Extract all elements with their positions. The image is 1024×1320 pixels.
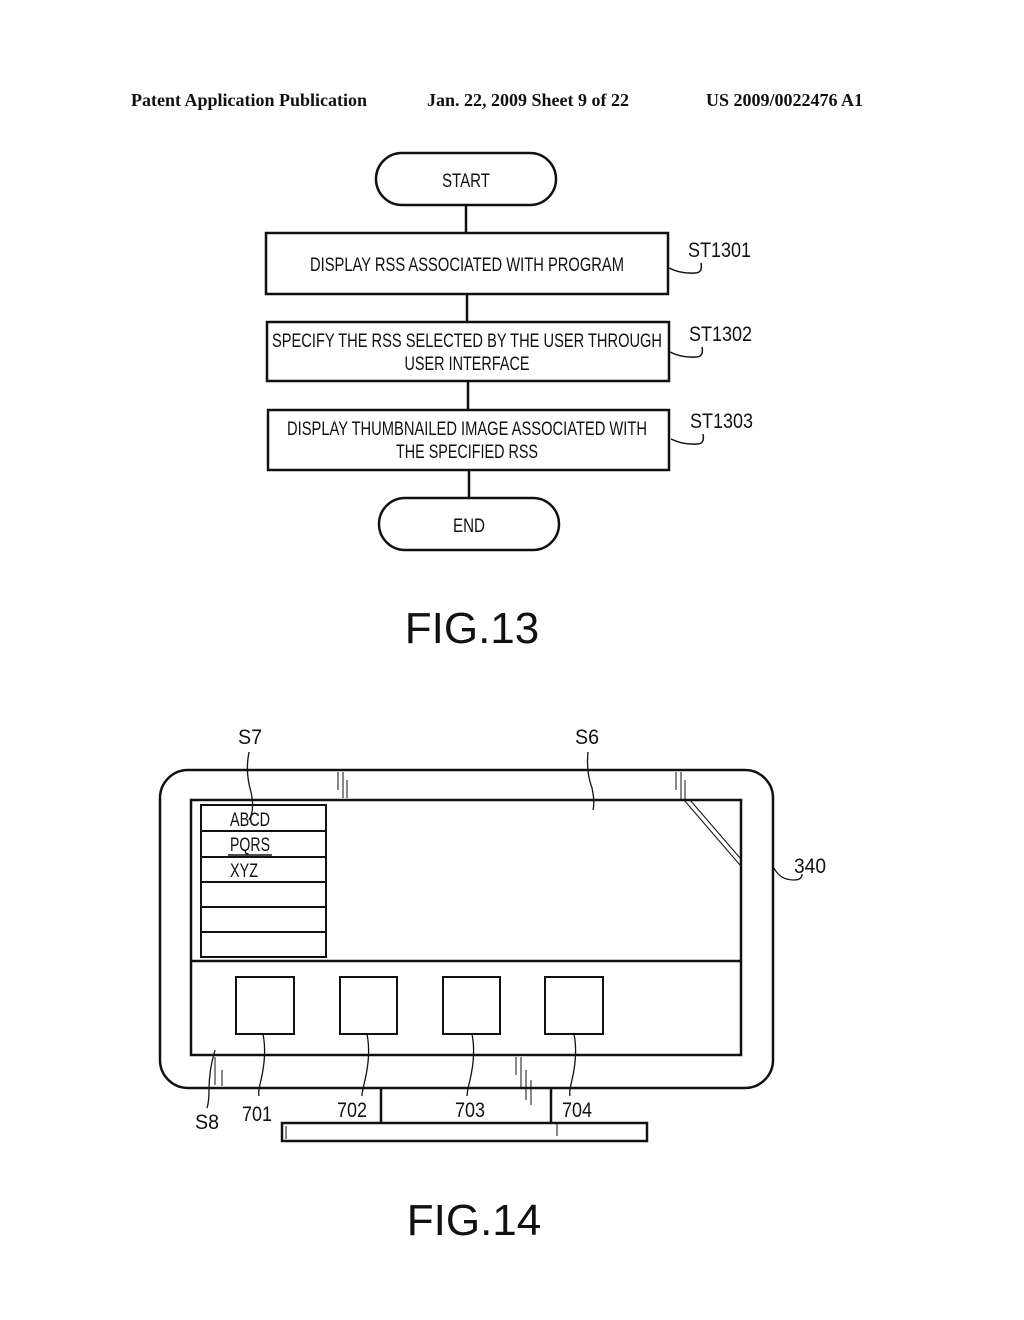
leader-702 <box>361 1033 370 1097</box>
label-s7: S7 <box>238 726 262 749</box>
leader-st1302 <box>669 346 704 358</box>
step-text-st1303-line2: THE SPECIFIED RSS <box>396 442 538 463</box>
label-s6: S6 <box>575 726 599 749</box>
step-text-st1302-line1: SPECIFY THE RSS SELECTED BY THE USER THR… <box>272 331 662 352</box>
label-340: 340 <box>794 855 826 878</box>
screen-s6 <box>189 798 743 1057</box>
leader-s6 <box>586 751 595 811</box>
leader-st1303 <box>670 433 705 445</box>
thumbnail-701 <box>235 976 295 1035</box>
label-702: 702 <box>337 1099 367 1122</box>
leader-704 <box>569 1033 577 1097</box>
thumbnail-704 <box>544 976 604 1035</box>
rss-item-pqrs[interactable]: PQRS <box>230 835 270 856</box>
fig14-caption: FIG.14 <box>407 1196 542 1245</box>
step-text-st1301: DISPLAY RSS ASSOCIATED WITH PROGRAM <box>310 255 624 276</box>
leader-703 <box>466 1033 475 1097</box>
label-703: 703 <box>455 1099 485 1122</box>
rss-item-abcd[interactable]: ABCD <box>230 810 270 831</box>
step-label-st1303: ST1303 <box>690 410 753 433</box>
figure-canvas: START DISPLAY RSS ASSOCIATED WITH PROGRA… <box>158 151 826 1245</box>
fig13-caption: FIG.13 <box>405 604 540 653</box>
label-704: 704 <box>562 1099 592 1122</box>
rss-item-xyz[interactable]: XYZ <box>230 861 258 882</box>
start-label: START <box>442 171 490 192</box>
step-label-st1302: ST1302 <box>689 323 752 346</box>
leader-s8 <box>206 1049 216 1109</box>
end-label: END <box>453 516 485 537</box>
step-label-st1301: ST1301 <box>688 239 751 262</box>
label-701: 701 <box>242 1103 272 1126</box>
thumbnail-703 <box>442 976 501 1035</box>
step-text-st1303-line1: DISPLAY THUMBNAILED IMAGE ASSOCIATED WIT… <box>287 419 647 440</box>
leader-701 <box>258 1033 266 1097</box>
leader-st1301 <box>668 262 703 274</box>
glare-hatching <box>214 772 741 1139</box>
stand-base <box>280 1121 649 1143</box>
thumbnail-702 <box>339 976 398 1035</box>
label-s8: S8 <box>195 1111 219 1134</box>
step-text-st1302-line2: USER INTERFACE <box>405 354 530 375</box>
